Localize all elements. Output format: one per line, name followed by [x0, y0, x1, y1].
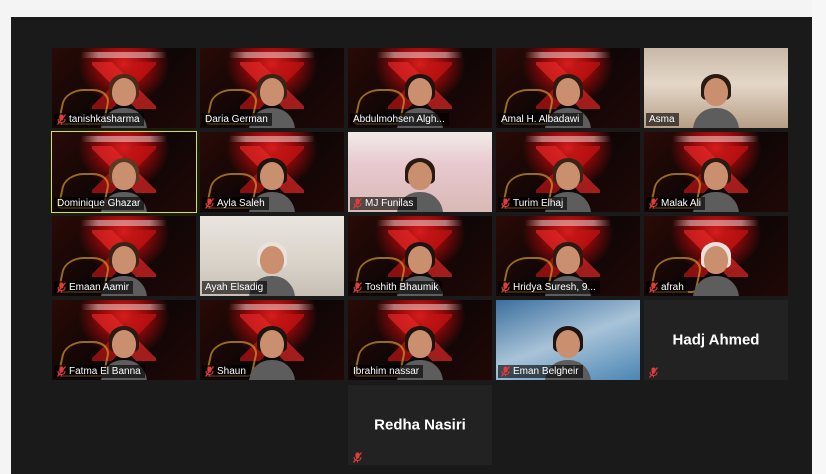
participant-name: Hridya Suresh, 9...	[513, 282, 596, 293]
participant-name-label	[350, 452, 366, 463]
participant-tile[interactable]: MJ Funilas	[348, 132, 492, 212]
participant-tile[interactable]: Toshith Bhaumik	[348, 216, 492, 296]
event-banner	[228, 304, 316, 310]
mic-muted-icon	[57, 282, 66, 293]
mic-muted-icon	[353, 282, 362, 293]
participant-name: tanishkasharma	[69, 114, 140, 125]
participant-tile[interactable]: Ibrahim nassar	[348, 300, 492, 380]
participant-display-name: Hadj Ahmed	[672, 331, 760, 349]
participant-tile[interactable]: Ayla Saleh	[200, 132, 344, 212]
participant-tile[interactable]: Asma	[644, 48, 788, 128]
event-banner	[672, 220, 760, 226]
participant-name-label: Amal H. Albadawi	[498, 113, 584, 126]
participant-name-label: Fatma El Banna	[54, 365, 145, 378]
participant-tile[interactable]: tanishkasharma	[52, 48, 196, 128]
event-banner	[80, 220, 168, 226]
participant-name-label: Eman Belgheir	[498, 365, 583, 378]
participant-tile[interactable]: afrah	[644, 216, 788, 296]
participant-name: Ibrahim nassar	[353, 366, 420, 377]
participant-name-label	[646, 367, 662, 378]
participant-name: Ayla Saleh	[217, 198, 265, 209]
participant-name: Emaan Aamir	[69, 282, 130, 293]
participant-name-label: Shaun	[202, 365, 250, 378]
event-banner	[80, 304, 168, 310]
participant-name: Malak Ali	[661, 198, 702, 209]
participant-name-label: Ibrahim nassar	[350, 365, 424, 378]
participant-tile[interactable]: Amal H. Albadawi	[496, 48, 640, 128]
participant-name: Fatma El Banna	[69, 366, 141, 377]
participant-name-label: Abdulmohsen Algh...	[350, 113, 449, 126]
participant-tile[interactable]: Redha Nasiri	[348, 385, 492, 465]
mic-muted-icon	[649, 282, 658, 293]
event-banner	[80, 136, 168, 142]
participant-tile[interactable]: Hadj Ahmed	[644, 300, 788, 380]
mic-muted-icon	[649, 198, 658, 209]
participant-name-label: tanishkasharma	[54, 113, 144, 126]
participant-name: Daria German	[205, 114, 268, 125]
mic-muted-icon	[501, 198, 510, 209]
participant-name-label: Ayah Elsadig	[202, 281, 268, 294]
participant-name: Eman Belgheir	[513, 366, 579, 377]
mic-muted-icon	[649, 367, 658, 378]
participant-tile[interactable]: Dominique Ghazar	[51, 131, 197, 213]
participant-tile[interactable]: Malak Ali	[644, 132, 788, 212]
participant-name-label: afrah	[646, 281, 688, 294]
mic-muted-icon	[57, 366, 66, 377]
participant-name: Turim Elhaj	[513, 198, 564, 209]
event-banner	[228, 52, 316, 58]
participant-name: Toshith Bhaumik	[365, 282, 439, 293]
mic-muted-icon	[57, 114, 66, 125]
mic-muted-icon	[501, 282, 510, 293]
event-banner	[376, 220, 464, 226]
mic-muted-icon	[353, 452, 362, 463]
participant-name-label: Turim Elhaj	[498, 197, 568, 210]
participant-name-label: Hridya Suresh, 9...	[498, 281, 600, 294]
participant-tile[interactable]: Eman Belgheir	[496, 300, 640, 380]
participant-name: Amal H. Albadawi	[501, 114, 580, 125]
participant-name: MJ Funilas	[365, 198, 414, 209]
participant-tile[interactable]: Abdulmohsen Algh...	[348, 48, 492, 128]
participant-name: Abdulmohsen Algh...	[353, 114, 445, 125]
participant-name-label: Asma	[646, 113, 679, 126]
event-banner	[376, 304, 464, 310]
window-edge	[812, 0, 826, 474]
event-banner	[524, 220, 612, 226]
participant-tile[interactable]: Ayah Elsadig	[200, 216, 344, 296]
participant-video	[693, 72, 739, 128]
participant-name-label: Ayla Saleh	[202, 197, 269, 210]
participant-tile[interactable]: Turim Elhaj	[496, 132, 640, 212]
mic-muted-icon	[205, 366, 214, 377]
participant-name: Dominique Ghazar	[57, 198, 141, 209]
mic-muted-icon	[205, 198, 214, 209]
participant-display-name: Redha Nasiri	[374, 416, 466, 434]
participant-tile[interactable]: Daria German	[200, 48, 344, 128]
event-banner	[376, 52, 464, 58]
participant-video	[249, 324, 295, 380]
participant-tile[interactable]: Emaan Aamir	[52, 216, 196, 296]
participant-video	[693, 240, 739, 296]
event-banner	[672, 136, 760, 142]
gallery-view: tanishkasharma Daria German Abdulmohsen Al…	[11, 17, 812, 474]
participant-name: Ayah Elsadig	[205, 282, 264, 293]
participant-name-label: Daria German	[202, 113, 272, 126]
participant-grid: tanishkasharma Daria German Abdulmohsen Al…	[11, 17, 812, 474]
event-banner	[228, 136, 316, 142]
participant-name: afrah	[661, 282, 684, 293]
participant-tile[interactable]: Shaun	[200, 300, 344, 380]
participant-name-label: Emaan Aamir	[54, 281, 134, 294]
participant-name-label: MJ Funilas	[350, 197, 418, 210]
participant-name: Shaun	[217, 366, 246, 377]
mic-muted-icon	[501, 366, 510, 377]
participant-name: Asma	[649, 114, 675, 125]
participant-tile[interactable]: Hridya Suresh, 9...	[496, 216, 640, 296]
participant-name-label: Toshith Bhaumik	[350, 281, 443, 294]
participant-tile[interactable]: Fatma El Banna	[52, 300, 196, 380]
event-banner	[80, 52, 168, 58]
participant-name-label: Malak Ali	[646, 197, 706, 210]
event-banner	[524, 52, 612, 58]
mic-muted-icon	[353, 198, 362, 209]
event-banner	[524, 136, 612, 142]
participant-name-label: Dominique Ghazar	[54, 197, 145, 210]
